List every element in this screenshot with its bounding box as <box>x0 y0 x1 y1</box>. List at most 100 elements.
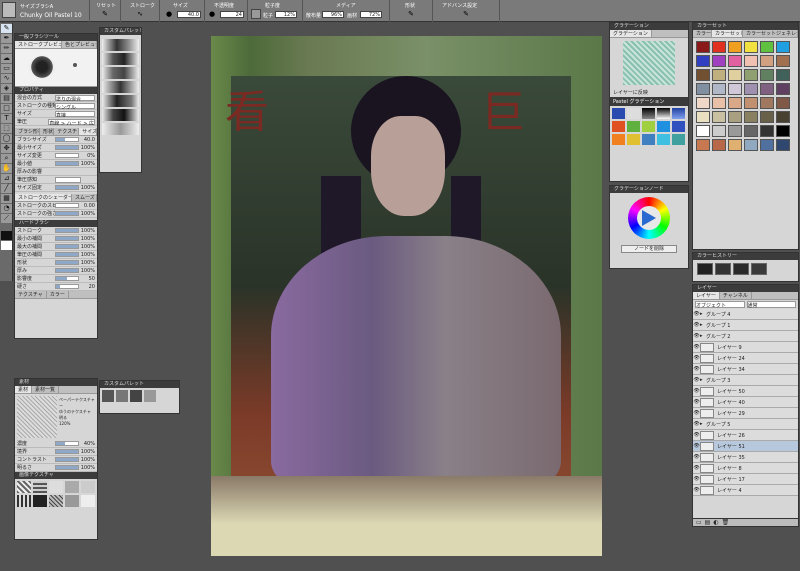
size-mode-select[interactable]: 直接 <box>55 110 95 117</box>
brush-stroke-item[interactable] <box>102 39 139 51</box>
texture-item[interactable] <box>65 495 79 507</box>
layer-row[interactable]: 👁 レイヤー 29 <box>693 408 798 419</box>
layer-row[interactable]: 👁 レイヤー 8 <box>693 463 798 474</box>
layer-group-row[interactable]: 👁 ▸ グループ 2 <box>693 331 798 342</box>
size-field[interactable]: 40.0 <box>177 11 201 18</box>
eye-icon[interactable]: 👁 <box>693 487 700 493</box>
canvas[interactable]: 看 巨 <box>211 36 602 556</box>
brush-stroke-item[interactable] <box>102 53 139 65</box>
color-swatch[interactable] <box>776 41 790 53</box>
layer-row[interactable]: 👁 レイヤー 51 <box>693 441 798 452</box>
color-swatch[interactable] <box>760 69 774 81</box>
color-swatch[interactable] <box>728 139 742 151</box>
hand-tool-icon[interactable]: ✋ <box>1 164 12 173</box>
tab-layer[interactable]: レイヤー <box>693 292 720 299</box>
stroke-speed-slider[interactable] <box>55 203 79 208</box>
layer-row[interactable]: 👁 レイヤー 50 <box>693 386 798 397</box>
media-group[interactable]: メディア 散布量 96% 画材 72% <box>304 0 390 22</box>
brush-size-slider[interactable] <box>55 137 79 142</box>
eye-icon[interactable]: 👁 <box>693 388 700 394</box>
eye-icon[interactable]: 👁 <box>693 344 700 350</box>
texture-item[interactable] <box>81 481 95 493</box>
color-swatch[interactable] <box>744 139 758 151</box>
eye-icon[interactable]: 👁 <box>693 399 700 405</box>
color-wheel[interactable] <box>628 197 670 239</box>
color-swatch[interactable] <box>696 41 710 53</box>
color-swatch[interactable] <box>728 69 742 81</box>
color-swatch[interactable] <box>712 139 726 151</box>
layer-group-row[interactable]: 👁 ▸ グループ 1 <box>693 320 798 331</box>
texture-item[interactable] <box>81 495 95 507</box>
stroke-strength-slider[interactable] <box>55 211 79 216</box>
eye-icon[interactable]: 👁 <box>693 377 700 383</box>
brush-stroke-item[interactable] <box>102 81 139 93</box>
pencil-tool-icon[interactable]: ✏ <box>1 44 12 53</box>
color-swatch[interactable] <box>696 125 710 137</box>
stroke-group[interactable]: ストローク ∿ <box>122 0 160 22</box>
eraser-tool-icon[interactable]: ▭ <box>1 64 12 73</box>
brush-stroke-item[interactable] <box>102 95 139 107</box>
mask-icon[interactable]: ◐ <box>713 519 718 526</box>
gradation-item[interactable] <box>657 134 670 145</box>
layer-row[interactable]: 👁 レイヤー 34 <box>693 364 798 375</box>
texture-item[interactable] <box>49 495 63 507</box>
advanced-group[interactable]: アドバンス設定 ✎ <box>434 0 500 22</box>
texture-item[interactable] <box>49 481 63 493</box>
texture-item[interactable] <box>65 481 79 493</box>
color-swatch[interactable] <box>696 97 710 109</box>
color-swatch[interactable] <box>712 83 726 95</box>
eye-icon[interactable]: 👁 <box>693 333 700 339</box>
airbrush-tool-icon[interactable]: ☁ <box>1 54 12 63</box>
size-group[interactable]: サイズ ● 40.0 <box>161 0 205 22</box>
eye-icon[interactable]: 👁 <box>693 432 700 438</box>
min-value-slider[interactable] <box>55 161 79 166</box>
grain-field[interactable]: 12% <box>275 11 297 18</box>
color-swatch[interactable] <box>776 55 790 67</box>
color-swatch[interactable] <box>760 125 774 137</box>
reset-group[interactable]: リセット ✎ <box>91 0 121 22</box>
pressure-sense-select[interactable] <box>55 176 81 183</box>
color-swatch[interactable] <box>744 97 758 109</box>
color-swatch[interactable] <box>696 111 710 123</box>
color-swatch[interactable] <box>776 139 790 151</box>
color-swatch[interactable] <box>776 125 790 137</box>
color-swatch[interactable] <box>712 69 726 81</box>
eye-icon[interactable]: 👁 <box>693 322 700 328</box>
texture-item[interactable] <box>33 481 47 493</box>
gradation-item[interactable] <box>612 134 625 145</box>
gradation-item[interactable] <box>642 108 655 119</box>
tab-size[interactable]: サイズ <box>79 128 97 135</box>
text-tool-icon[interactable]: T <box>1 114 12 123</box>
hard-row-1-slider[interactable] <box>55 236 79 241</box>
palette-item[interactable] <box>130 390 142 402</box>
tab-color-set-generator[interactable]: カラーセットジェネレータ <box>743 30 798 37</box>
brush-stroke-item[interactable] <box>102 123 139 135</box>
zoom-tool-icon[interactable]: ⌕ <box>1 154 12 163</box>
color-swatch[interactable] <box>760 97 774 109</box>
history-swatch[interactable] <box>751 263 767 275</box>
tab-texture[interactable]: テクスチャ <box>54 128 80 135</box>
color-swatch[interactable] <box>696 83 710 95</box>
main-color-swatch[interactable] <box>1 231 12 240</box>
color-swatch[interactable] <box>744 69 758 81</box>
gradation-item[interactable] <box>612 108 625 119</box>
line-tool-icon[interactable]: ⟋ <box>1 214 12 223</box>
tab-texture-bottom[interactable]: テクスチャ <box>15 291 47 298</box>
color-swatch[interactable] <box>776 69 790 81</box>
palette-item[interactable] <box>102 390 114 402</box>
palette-item[interactable] <box>116 390 128 402</box>
ruler-tool-icon[interactable]: ╱ <box>1 184 12 193</box>
texture-item[interactable] <box>17 481 31 493</box>
new-layer-icon[interactable]: ▭ <box>696 519 702 526</box>
color-swatch[interactable] <box>696 55 710 67</box>
opacity-field[interactable]: 24 <box>220 11 244 18</box>
layer-group-row[interactable]: 👁 ▸ グループ 4 <box>693 309 798 320</box>
tab-brush-shape[interactable]: ブラシ形状 <box>15 128 41 135</box>
color-swatch[interactable] <box>744 83 758 95</box>
eye-icon[interactable]: 👁 <box>693 465 700 471</box>
color-swatch[interactable] <box>712 55 726 67</box>
layer-group-row[interactable]: 👁 ▸ グループ 5 <box>693 419 798 430</box>
advanced-icon[interactable]: ✎ <box>462 10 470 18</box>
tex-density-slider[interactable] <box>55 441 79 446</box>
delete-node-button[interactable]: ノードを削除 <box>621 245 677 253</box>
